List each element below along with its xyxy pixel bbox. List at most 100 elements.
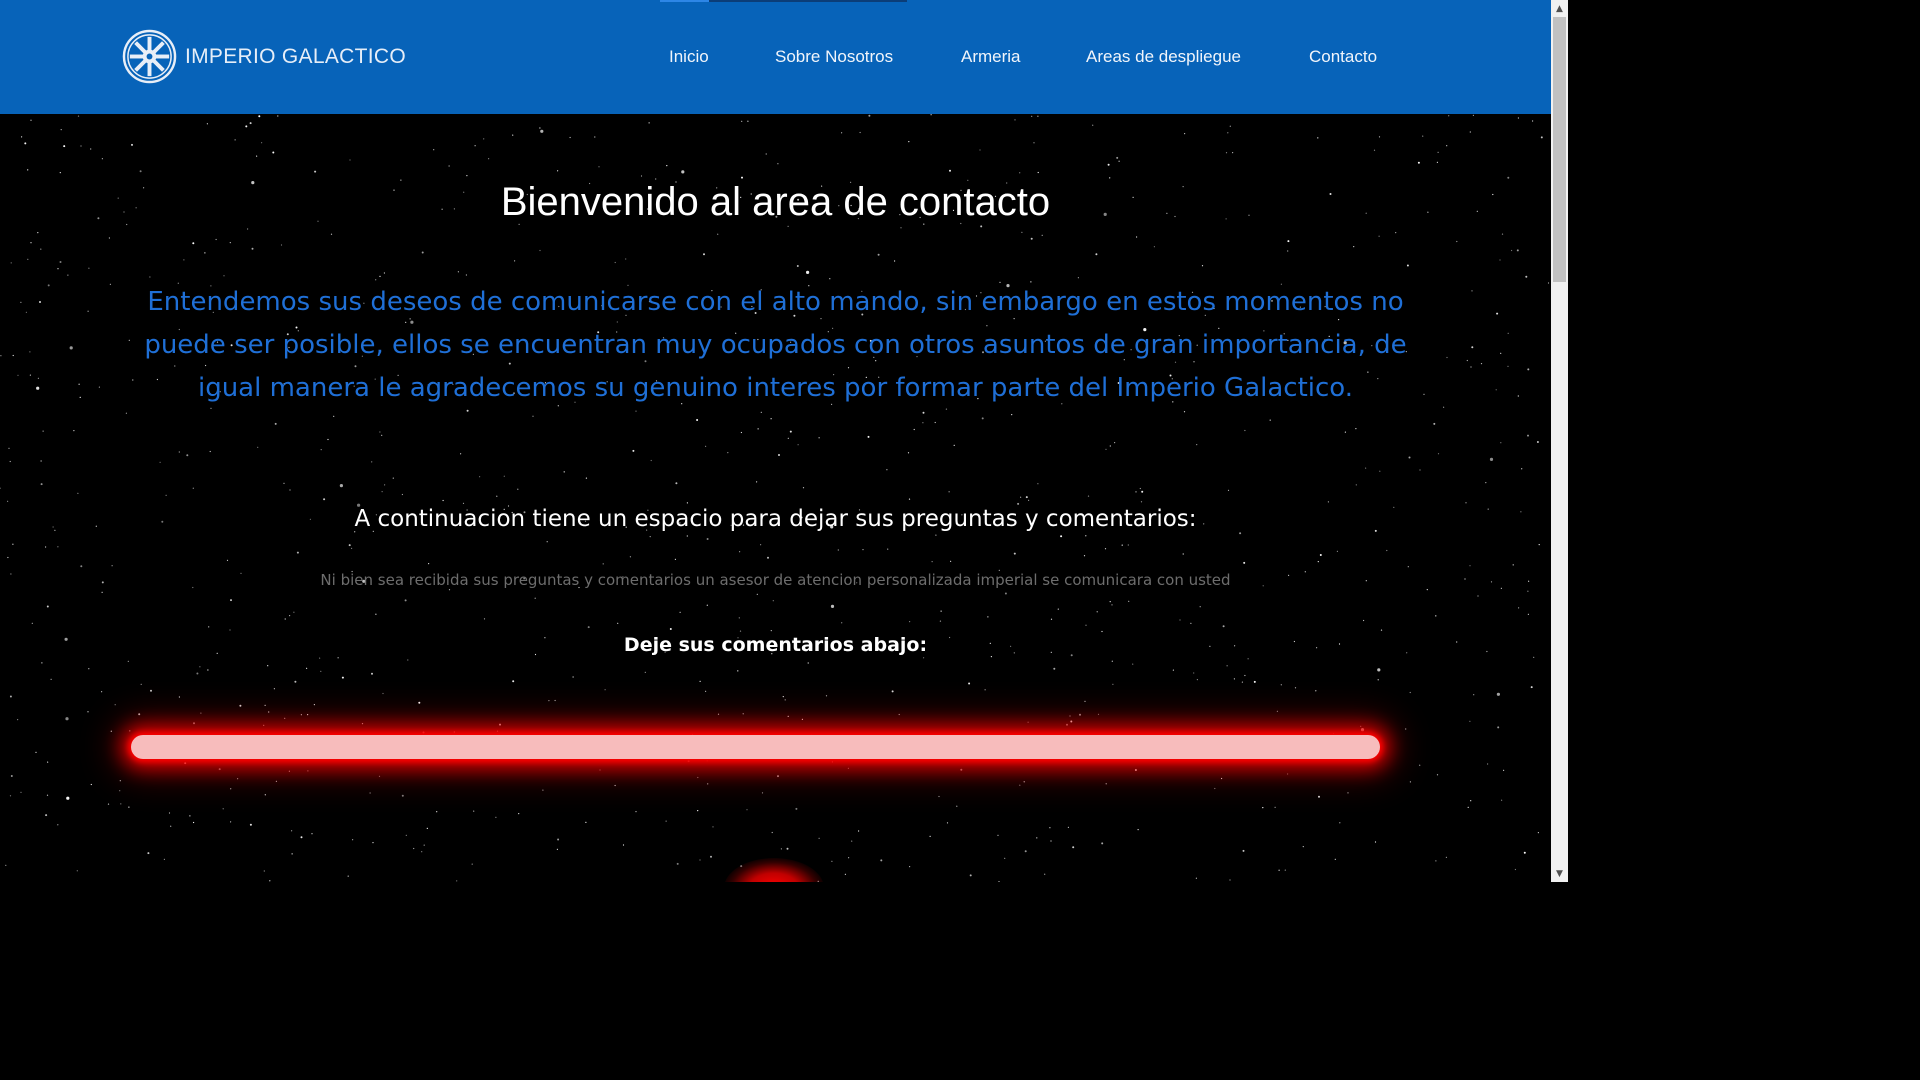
star <box>831 860 833 862</box>
star <box>457 271 459 273</box>
star <box>1087 495 1090 497</box>
star <box>712 826 714 828</box>
star <box>706 538 709 540</box>
star <box>1019 172 1021 174</box>
star <box>1222 625 1225 628</box>
nav-link-inicio[interactable]: Inicio <box>669 47 709 67</box>
star <box>1085 535 1087 537</box>
star <box>1057 608 1059 610</box>
star <box>891 690 894 693</box>
star <box>27 258 29 260</box>
star <box>1132 663 1134 665</box>
nav-link-armeria[interactable]: Armeria <box>961 47 1021 67</box>
star <box>79 396 81 398</box>
star <box>184 762 187 765</box>
star <box>953 444 955 446</box>
scrollbar-thumb[interactable] <box>1553 17 1566 282</box>
nav-link-sobre-nosotros[interactable]: Sobre Nosotros <box>775 47 893 67</box>
star <box>1127 544 1129 546</box>
star <box>1227 132 1229 134</box>
star <box>132 379 134 381</box>
star <box>540 129 544 133</box>
star <box>283 482 285 484</box>
star <box>757 428 759 430</box>
star <box>1437 151 1439 153</box>
submit-button-glow[interactable] <box>724 858 824 882</box>
star <box>1105 448 1107 450</box>
star <box>209 450 211 453</box>
scroll-down-arrow-icon[interactable]: ▼ <box>1551 865 1568 882</box>
star <box>483 138 485 140</box>
star <box>36 386 40 390</box>
star <box>1225 152 1228 154</box>
star <box>1280 684 1282 686</box>
star <box>539 127 541 129</box>
star <box>1497 726 1500 729</box>
star <box>1435 615 1437 617</box>
star <box>1448 115 1450 117</box>
star <box>7 556 9 559</box>
star <box>1241 681 1243 683</box>
star <box>1037 483 1039 485</box>
brand-link[interactable]: IMPERIO GALACTICO <box>122 29 406 84</box>
star <box>168 812 171 814</box>
star <box>727 452 729 454</box>
star <box>37 232 39 234</box>
comment-input[interactable] <box>131 735 1380 759</box>
star <box>756 593 758 596</box>
star <box>189 815 191 817</box>
comment-label: Deje sus comentarios abajo: <box>623 634 928 656</box>
scroll-up-arrow-icon[interactable]: ▲ <box>1551 0 1568 17</box>
star <box>948 491 950 493</box>
star <box>514 260 516 262</box>
star <box>289 615 291 617</box>
star <box>193 821 195 824</box>
star <box>193 722 195 725</box>
star <box>1532 120 1534 122</box>
star <box>981 417 984 420</box>
star <box>307 714 309 716</box>
star <box>40 248 42 250</box>
star <box>41 662 43 664</box>
star <box>512 134 514 136</box>
star <box>1024 850 1027 853</box>
vertical-scrollbar[interactable]: ▲ ▼ <box>1551 0 1568 882</box>
star <box>88 267 90 269</box>
star <box>1050 840 1052 842</box>
star <box>679 611 681 613</box>
star <box>1112 683 1114 685</box>
star <box>1072 846 1075 849</box>
star <box>1363 619 1365 622</box>
star <box>273 688 275 690</box>
nav-link-contacto[interactable]: Contacto <box>1309 47 1377 67</box>
star <box>1525 275 1528 278</box>
star <box>65 717 69 721</box>
star <box>880 859 883 862</box>
nav-link-areas-de-despliegue[interactable]: Areas de despliegue <box>1086 47 1241 67</box>
star <box>1020 496 1022 498</box>
star <box>192 487 194 489</box>
star <box>40 483 43 486</box>
star <box>384 484 386 486</box>
star <box>1527 590 1529 592</box>
star <box>777 775 779 778</box>
star <box>1084 700 1086 703</box>
star <box>594 136 596 138</box>
star <box>877 253 880 256</box>
star <box>669 628 672 630</box>
star <box>1030 237 1033 240</box>
star <box>681 170 685 174</box>
star <box>465 274 467 276</box>
star <box>256 155 258 157</box>
star <box>738 617 740 619</box>
star <box>1485 482 1487 484</box>
star <box>1114 442 1116 444</box>
star <box>585 821 587 824</box>
star <box>436 811 438 813</box>
star <box>629 556 632 558</box>
star <box>90 148 92 150</box>
star <box>770 418 772 420</box>
star <box>787 437 789 439</box>
star <box>9 795 12 797</box>
star <box>27 169 29 171</box>
